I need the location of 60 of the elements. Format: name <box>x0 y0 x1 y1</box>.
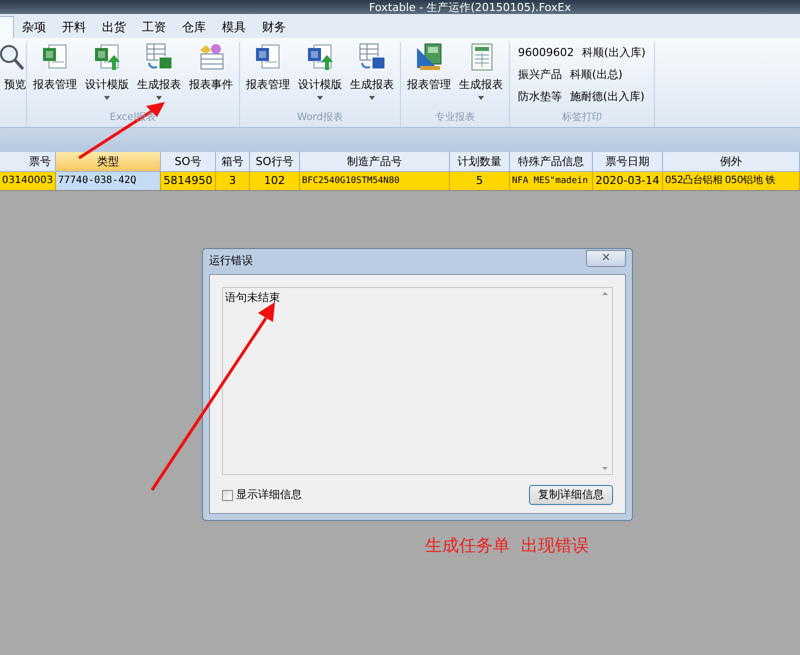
label-print-link[interactable]: 施耐德(出入库) <box>570 89 645 105</box>
ribbon-tab[interactable]: 杂项 <box>14 16 54 38</box>
ribbon-button[interactable]: 预览 <box>0 42 26 127</box>
table-to-spreadsheet-icon <box>144 42 174 72</box>
scroll-up-icon <box>602 292 608 295</box>
ribbon-button[interactable]: 设计模版 <box>81 42 133 111</box>
label-print-link[interactable]: 防水垫等 <box>518 89 562 105</box>
group-title: 标签打印 <box>562 111 602 125</box>
table-cell: 3 <box>216 172 250 190</box>
table-cell: 77740-038-42Q <box>56 172 161 190</box>
ribbon-button[interactable]: 报表管理 <box>242 42 294 111</box>
column-header[interactable]: SO行号 <box>250 152 300 171</box>
close-button[interactable]: ✕ <box>586 250 626 266</box>
ribbon-button[interactable]: 生成报表 <box>346 42 398 111</box>
checkbox-label: 显示详细信息 <box>236 486 302 503</box>
column-header[interactable]: 特殊产品信息 <box>510 152 593 171</box>
column-header[interactable]: SO号 <box>161 152 216 171</box>
checkbox[interactable] <box>222 490 233 500</box>
annotation-text: 生成任务单 出现错误 <box>425 535 589 558</box>
ribbon-button[interactable]: 设计模版 <box>294 42 346 111</box>
group-title: Excel报表 <box>110 111 156 125</box>
dialog-title: 运行错误 <box>209 253 253 270</box>
table-cell: 052凸台铝相 050铝地 铁 <box>663 172 800 190</box>
table-to-document-icon <box>357 42 387 72</box>
ribbon-button[interactable]: 报表事件 <box>185 42 237 111</box>
column-header[interactable]: 制造产品号 <box>300 152 450 171</box>
label-print-link[interactable]: 科顺(出入库) <box>582 45 646 61</box>
window-title: Foxtable - 生产运作(20150105).FoxEx <box>368 1 572 14</box>
ribbon-button[interactable]: 报表管理 <box>29 42 81 111</box>
ribbon-tab[interactable]: 仓库 <box>174 16 214 38</box>
ribbon-tab[interactable]: 开料 <box>54 16 94 38</box>
ribbon-tab[interactable]: 模具 <box>214 16 254 38</box>
search-icon <box>0 42 26 72</box>
scroll-down-icon <box>602 467 608 470</box>
table-cell: BFC2540G10STM54N80 <box>300 172 450 190</box>
label-print-link[interactable]: 96009602 <box>518 45 574 61</box>
table-cell: 2020-03-14 <box>593 172 663 190</box>
label-print-link[interactable]: 科顺(出总) <box>570 67 623 83</box>
ribbon-button[interactable]: 生成报表 <box>455 42 507 111</box>
ruler-notebook-icon <box>414 42 444 72</box>
column-header[interactable]: 类型 <box>56 152 161 171</box>
group-title: 专业报表 <box>435 111 475 125</box>
table-cell: NFA MES"madein <box>510 172 593 190</box>
table-cell: 102 <box>250 172 300 190</box>
ribbon-tab[interactable]: 财务 <box>254 16 294 38</box>
column-header[interactable]: 票号日期 <box>593 152 663 171</box>
spreadsheet-upload-icon <box>92 42 122 72</box>
ribbon-tab[interactable]: 工资 <box>134 16 174 38</box>
table-cell: 5814950 <box>161 172 216 190</box>
column-header[interactable]: 例外 <box>663 152 800 171</box>
table-cell: 5 <box>450 172 510 190</box>
column-header[interactable]: 箱号 <box>216 152 250 171</box>
text-document-upload-icon <box>305 42 335 72</box>
column-header[interactable]: 计划数量 <box>450 152 510 171</box>
message-field[interactable]: 语句未结束 <box>222 287 613 475</box>
label-print-link[interactable]: 振兴产品 <box>518 67 562 83</box>
ribbon-button[interactable]: 报表管理 <box>403 42 455 111</box>
copy-details-button[interactable]: 复制详细信息 <box>529 485 613 505</box>
group-title: Word报表 <box>297 111 343 125</box>
ribbon-tab[interactable]: 出货 <box>94 16 134 38</box>
